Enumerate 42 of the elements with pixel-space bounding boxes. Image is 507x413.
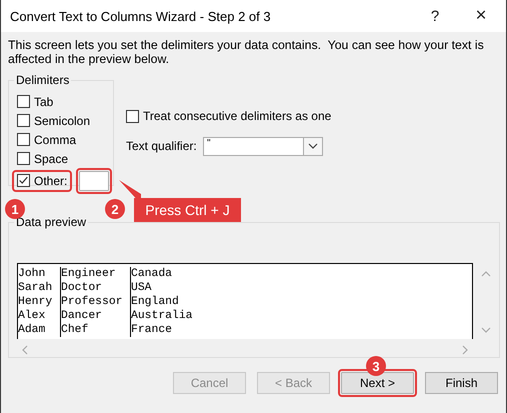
checkbox-option[interactable]: Tab: [15, 94, 56, 110]
wizard-button[interactable]: Finish: [425, 372, 498, 394]
text-qualifier-dropdown[interactable]: ": [203, 136, 323, 156]
table-cell: Australia: [130, 309, 472, 323]
text-qualifier-label: Text qualifier:: [126, 139, 198, 153]
help-button[interactable]: ?: [427, 8, 443, 24]
table-cell: USA: [130, 281, 472, 295]
checkbox-option[interactable]: Other:: [15, 172, 70, 188]
table-cell-text: John: [18, 267, 46, 281]
instruction-text: This screen lets you set the delimiters your data contains. You can see how your text is affected in the preview below.: [8, 38, 485, 66]
checkbox-option[interactable]: Semicolon: [15, 112, 92, 128]
checkbox-option[interactable]: Treat consecutive delimiters as one: [124, 108, 334, 124]
step-number-badge: 1: [5, 199, 25, 219]
caret-icon: [303, 138, 322, 154]
table-cell-text: Henry: [18, 295, 54, 309]
table-cell-text: Sarah: [18, 281, 54, 295]
callout-label: Press Ctrl + J: [134, 198, 241, 222]
checkbox[interactable]: [17, 174, 30, 187]
window-title: Convert Text to Columns Wizard - Step 2 of 3: [10, 8, 272, 24]
checkbox-option[interactable]: Space: [15, 150, 70, 166]
checkbox[interactable]: [17, 114, 30, 127]
table-cell: Engineer: [60, 267, 130, 281]
checkbox-option[interactable]: Comma: [15, 132, 78, 148]
table-cell: Professor: [60, 295, 130, 309]
checkbox[interactable]: [126, 110, 139, 122]
group-label: Delimiters: [14, 73, 72, 87]
close-button[interactable]: ×: [473, 5, 489, 27]
table-cell: Dancer: [60, 309, 130, 323]
table-cell: France: [130, 323, 472, 337]
group-label: Data preview: [14, 215, 88, 229]
table-cell-text: Alex: [18, 309, 46, 323]
step-number-badge: 3: [366, 356, 386, 376]
wizard-button[interactable]: Next >: [341, 372, 414, 394]
table-cell: Canada: [130, 267, 472, 281]
checkbox[interactable]: [17, 95, 30, 108]
step-number-badge: 2: [105, 199, 125, 219]
checkbox[interactable]: [17, 152, 30, 165]
table-cell: England: [130, 295, 472, 309]
table-cell-text: Adam: [18, 323, 46, 337]
checkbox[interactable]: [17, 133, 30, 146]
table-cell: Chef: [60, 323, 130, 337]
table-cell: Doctor: [60, 281, 130, 295]
